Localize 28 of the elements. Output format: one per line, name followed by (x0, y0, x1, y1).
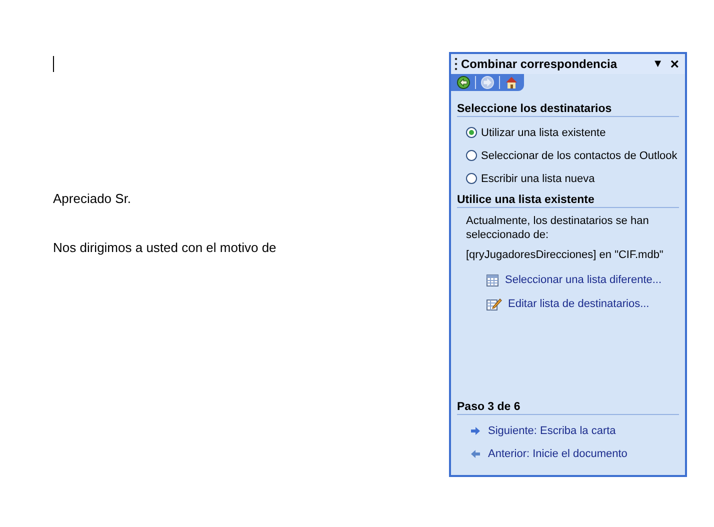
option-label[interactable]: Seleccionar de los contactos de Outlook (481, 150, 678, 162)
text-cursor (53, 56, 54, 72)
pane-menu-button[interactable]: ▼ (650, 58, 666, 70)
step-heading: Paso 3 de 6 (457, 401, 679, 415)
radio-button[interactable] (466, 173, 477, 184)
table-icon (486, 274, 499, 286)
document-paragraph: Apreciado Sr. (53, 191, 132, 206)
pane-link[interactable]: Editar lista de destinatarios... (508, 298, 650, 310)
source-text: [qryJugadoresDirecciones] en "CIF.mdb" (466, 248, 664, 262)
radio-button[interactable] (466, 150, 477, 161)
radio-button[interactable] (466, 127, 477, 138)
option-label[interactable]: Utilizar una lista existente (481, 126, 606, 138)
grip-icon[interactable] (455, 57, 458, 71)
pane-title: Combinar correspondencia (461, 57, 618, 71)
table-pencil-icon (486, 297, 502, 311)
info-text: Actualmente, los destinatarios se han seleccionado de: (466, 214, 650, 242)
home-button[interactable] (505, 76, 518, 89)
back-button[interactable] (457, 76, 470, 89)
step-link[interactable]: Siguiente: Escriba la carta (488, 424, 616, 436)
pane-link[interactable]: Seleccionar una lista diferente... (505, 274, 662, 286)
close-button[interactable]: × (668, 56, 681, 72)
step-link[interactable]: Anterior: Inicie el documento (488, 448, 628, 460)
section-heading: Seleccione los destinatarios (457, 103, 679, 117)
right-arrow-icon (471, 426, 480, 434)
left-arrow-icon (471, 450, 480, 458)
document-paragraph: Nos dirigimos a usted con el motivo de (53, 240, 278, 255)
section-heading: Utilice una lista existente (457, 194, 679, 208)
option-label[interactable]: Escribir una lista nueva (481, 172, 595, 184)
